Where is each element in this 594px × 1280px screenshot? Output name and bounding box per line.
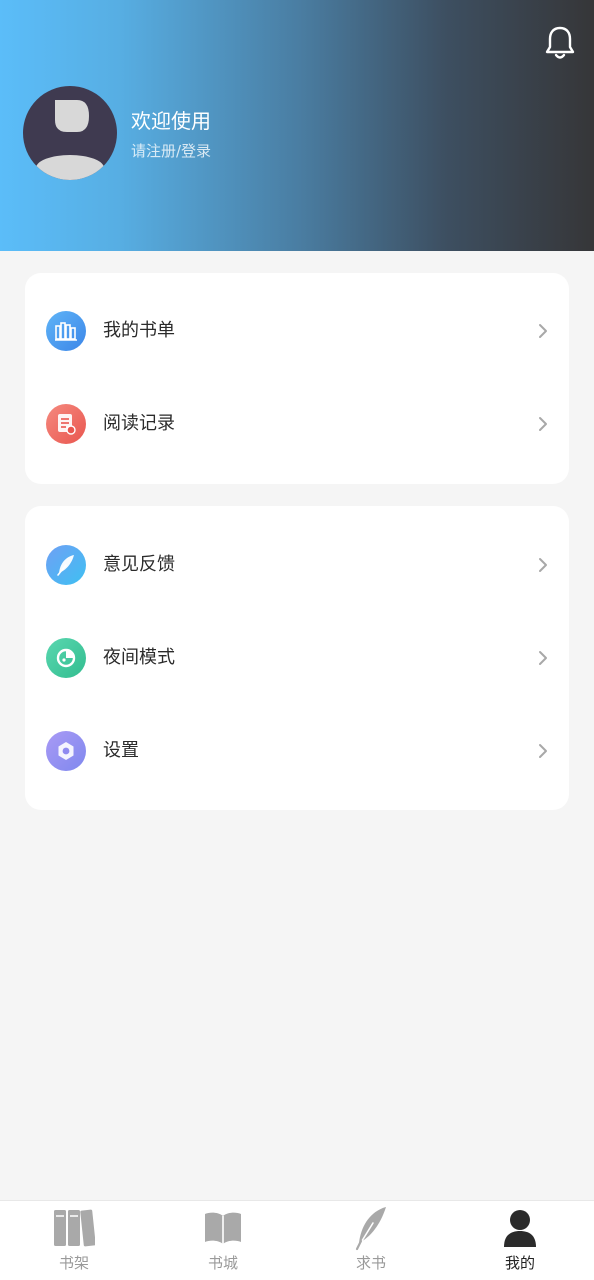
menu-item-settings[interactable]: 设置 <box>25 705 569 798</box>
default-avatar-icon <box>36 100 104 180</box>
menu-label-night-mode: 夜间模式 <box>103 647 175 668</box>
menu-item-night-mode[interactable]: 夜间模式 <box>25 612 569 705</box>
tab-label-mine: 我的 <box>504 1254 535 1272</box>
chevron-right-icon <box>539 558 547 572</box>
tab-label-bookstore: 书城 <box>207 1254 238 1272</box>
gear-icon <box>46 731 86 771</box>
menu-label-booklist: 我的书单 <box>103 320 175 341</box>
chevron-right-icon <box>539 324 547 338</box>
profile-header: 欢迎使用 请注册/登录 <box>0 0 594 251</box>
bell-icon <box>545 26 575 59</box>
tab-label-request-book: 求书 <box>355 1254 386 1272</box>
history-icon <box>46 404 86 444</box>
feather-icon <box>46 545 86 585</box>
avatar[interactable] <box>23 86 117 180</box>
chevron-right-icon <box>539 651 547 665</box>
welcome-title: 欢迎使用 <box>131 109 211 133</box>
bookshelf-icon <box>51 1207 97 1249</box>
menu-item-feedback[interactable]: 意见反馈 <box>25 519 569 612</box>
person-icon <box>497 1207 543 1249</box>
quill-icon <box>348 1207 394 1251</box>
menu-item-reading-history[interactable]: 阅读记录 <box>25 378 569 471</box>
notification-button[interactable] <box>540 22 580 64</box>
menu-label-reading-history: 阅读记录 <box>103 413 175 434</box>
bottom-tab-bar: 书架 书城 求书 我的 <box>0 1200 594 1280</box>
chevron-right-icon <box>539 744 547 758</box>
tab-request-book[interactable]: 求书 <box>297 1201 445 1280</box>
menu-label-settings: 设置 <box>103 740 139 761</box>
open-book-icon <box>200 1207 246 1249</box>
booklist-icon <box>46 311 86 351</box>
pie-icon <box>46 638 86 678</box>
tab-mine[interactable]: 我的 <box>446 1201 594 1280</box>
chevron-right-icon <box>539 417 547 431</box>
tab-bookshelf[interactable]: 书架 <box>0 1201 148 1280</box>
menu-label-feedback: 意见反馈 <box>103 554 175 575</box>
menu-item-booklist[interactable]: 我的书单 <box>25 285 569 378</box>
tab-label-bookshelf: 书架 <box>58 1254 89 1272</box>
tab-bookstore[interactable]: 书城 <box>149 1201 297 1280</box>
login-link[interactable]: 请注册/登录 <box>131 141 211 161</box>
menu-card-secondary: 意见反馈 夜间模式 设置 <box>25 506 569 810</box>
menu-card-primary: 我的书单 阅读记录 <box>25 273 569 484</box>
